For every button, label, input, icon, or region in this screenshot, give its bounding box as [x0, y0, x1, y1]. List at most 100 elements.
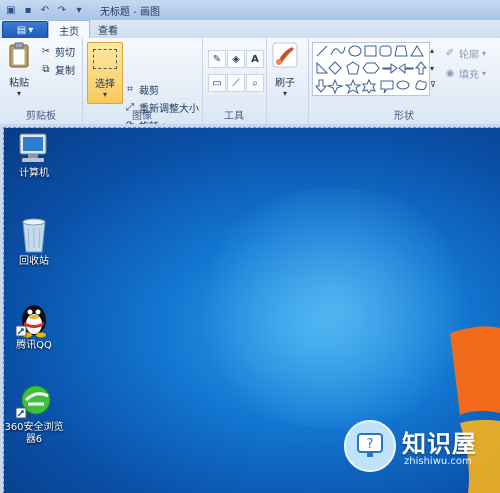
speech-bubble-oval-icon: [396, 80, 410, 90]
save-icon[interactable]: ▪: [21, 3, 35, 17]
watermark-logo: ?: [344, 420, 396, 472]
shapes-gallery: [312, 42, 430, 96]
fill-dropdown-icon: ▾: [482, 69, 487, 78]
file-menu-icon: ▤: [16, 24, 27, 36]
customize-qat-icon[interactable]: ▾: [72, 3, 86, 17]
clipboard-group-label: 剪贴板: [26, 111, 56, 122]
redo-icon[interactable]: ↷: [55, 3, 69, 17]
line-shape-icon: [316, 45, 328, 57]
resize-label: 重新调整大小: [139, 104, 199, 115]
cut-label: 剪切: [55, 48, 75, 59]
tools-group-label: 工具: [224, 111, 244, 122]
fill-button[interactable]: ◉ 填充 ▾: [444, 66, 486, 81]
shapes-scroll-down[interactable]: ▾: [430, 64, 434, 73]
outline-icon: ✐: [445, 48, 455, 59]
color-picker-icon[interactable]: ⟋: [227, 74, 245, 92]
shapes-group-label: 形状: [394, 111, 414, 122]
rectangle-shape-icon: [364, 45, 377, 57]
copy-button[interactable]: ⧉ 复制: [40, 62, 75, 77]
outline-button[interactable]: ✐ 轮廓 ▾: [444, 46, 486, 61]
watermark-url: zhishiwu.com: [404, 456, 472, 467]
window-title: 无标题 - 画图: [100, 7, 160, 18]
pentagon-shape-icon: [346, 61, 360, 75]
brushes-button[interactable]: 刷子 ▾: [272, 42, 298, 98]
desktop-icon-computer[interactable]: 计算机: [4, 132, 64, 180]
svg-text:?: ?: [367, 437, 374, 452]
scissors-icon: ✂: [41, 46, 51, 57]
tools-group: ✎ ◈ A ▭ ⟋ ⌕ 工具: [202, 38, 267, 124]
desktop-icon-label: 回收站: [19, 256, 49, 267]
tab-view[interactable]: 查看: [88, 20, 128, 38]
watermark: ? 知识屋 zhishiwu.com: [340, 416, 490, 480]
file-menu-button[interactable]: ▤ ▾: [2, 21, 48, 39]
paste-icon: [6, 42, 32, 68]
clipboard-group: 粘贴 ▾ ✂ 剪切 ⧉ 复制 剪贴板: [0, 38, 83, 124]
crop-icon: ⌗: [127, 84, 133, 95]
paste-label: 粘贴: [9, 78, 29, 89]
shapes-more[interactable]: ⊽: [430, 80, 436, 89]
six-point-star-shape-icon: [362, 78, 376, 94]
cloud-callout-icon: [415, 80, 427, 91]
brushes-dropdown-icon: ▾: [282, 89, 287, 98]
copy-label: 复制: [55, 66, 75, 77]
shapes-gallery-icons: [314, 45, 428, 95]
paint-app-icon[interactable]: ▣: [4, 3, 18, 17]
outline-label: 轮廓: [459, 50, 479, 61]
brush-icon: [272, 42, 298, 68]
paste-button[interactable]: 粘贴 ▾: [6, 42, 32, 98]
select-rectangle-icon: [93, 49, 117, 69]
text-tool-icon[interactable]: A: [246, 50, 264, 68]
arrow-left-shape-icon: [398, 63, 414, 75]
select-dropdown-icon: ▾: [102, 90, 107, 99]
qq-penguin-icon: [16, 305, 46, 338]
cut-button[interactable]: ✂ 剪切: [40, 44, 75, 59]
crop-button[interactable]: ⌗ 裁剪: [124, 82, 159, 97]
shapes-scroll-up[interactable]: ▴: [430, 46, 434, 55]
desktop-icon-360-browser[interactable]: 360安全浏览器6: [4, 384, 64, 446]
brushes-label: 刷子: [275, 78, 295, 89]
recycle-bin-icon: [22, 218, 46, 253]
pencil-icon[interactable]: ✎: [208, 50, 226, 68]
undo-icon[interactable]: ↶: [38, 3, 52, 17]
ribbon-tabs: ▤ ▾ 主页 查看: [0, 20, 500, 39]
360-browser-icon: [16, 385, 51, 419]
ribbon: 粘贴 ▾ ✂ 剪切 ⧉ 复制 剪贴板 图像 选择 ▾ ⌗ 裁剪 ⤢ 重新调整大小…: [0, 38, 500, 133]
oval-shape-icon: [348, 45, 362, 57]
desktop-icon-label: 腾讯QQ: [16, 340, 52, 351]
tab-home[interactable]: 主页: [48, 20, 90, 39]
speech-bubble-rect-icon: [380, 80, 394, 94]
hexagon-shape-icon: [362, 62, 380, 74]
title-bar: ▣ ▪ ↶ ↷ ▾ 无标题 - 画图: [0, 0, 500, 21]
curve-shape-icon: [330, 46, 346, 56]
magnifier-icon[interactable]: ⌕: [246, 74, 264, 92]
desktop-icon-qq[interactable]: 腾讯QQ: [4, 300, 64, 352]
desktop-icon-label: 360安全浏览器6: [4, 422, 64, 445]
right-triangle-shape-icon: [316, 61, 329, 74]
computer-icon: [19, 133, 47, 162]
watermark-title: 知识屋: [402, 430, 477, 458]
diamond-shape-icon: [328, 61, 342, 75]
monitor-question-icon: ?: [357, 433, 383, 457]
four-point-star-shape-icon: [326, 78, 344, 95]
fill-bucket-icon[interactable]: ◈: [227, 50, 245, 68]
select-label: 选择: [95, 79, 115, 90]
desktop-icon-label: 计算机: [19, 168, 49, 179]
arrow-up-shape-icon: [414, 61, 428, 75]
rounded-rectangle-shape-icon: [379, 45, 392, 57]
fill-label: 填充: [459, 70, 479, 81]
resize-button[interactable]: ⤢ 重新调整大小: [124, 100, 199, 115]
arrow-right-shape-icon: [382, 63, 398, 75]
quick-access-toolbar: ▣ ▪ ↶ ↷ ▾: [4, 2, 86, 18]
desktop-icon-recycle-bin[interactable]: 回收站: [4, 216, 64, 268]
eraser-icon[interactable]: ▭: [208, 74, 226, 92]
paste-dropdown-icon: ▾: [16, 89, 21, 98]
brushes-group: 刷子 ▾: [266, 38, 309, 124]
polygon-shape-icon: [394, 45, 408, 57]
select-button[interactable]: 选择 ▾: [87, 42, 123, 104]
five-point-star-shape-icon: [344, 78, 362, 95]
crop-label: 裁剪: [139, 86, 159, 97]
copy-icon: ⧉: [42, 64, 50, 75]
fill-icon: ◉: [445, 68, 455, 79]
resize-icon: ⤢: [126, 102, 134, 113]
outline-dropdown-icon: ▾: [482, 49, 487, 58]
